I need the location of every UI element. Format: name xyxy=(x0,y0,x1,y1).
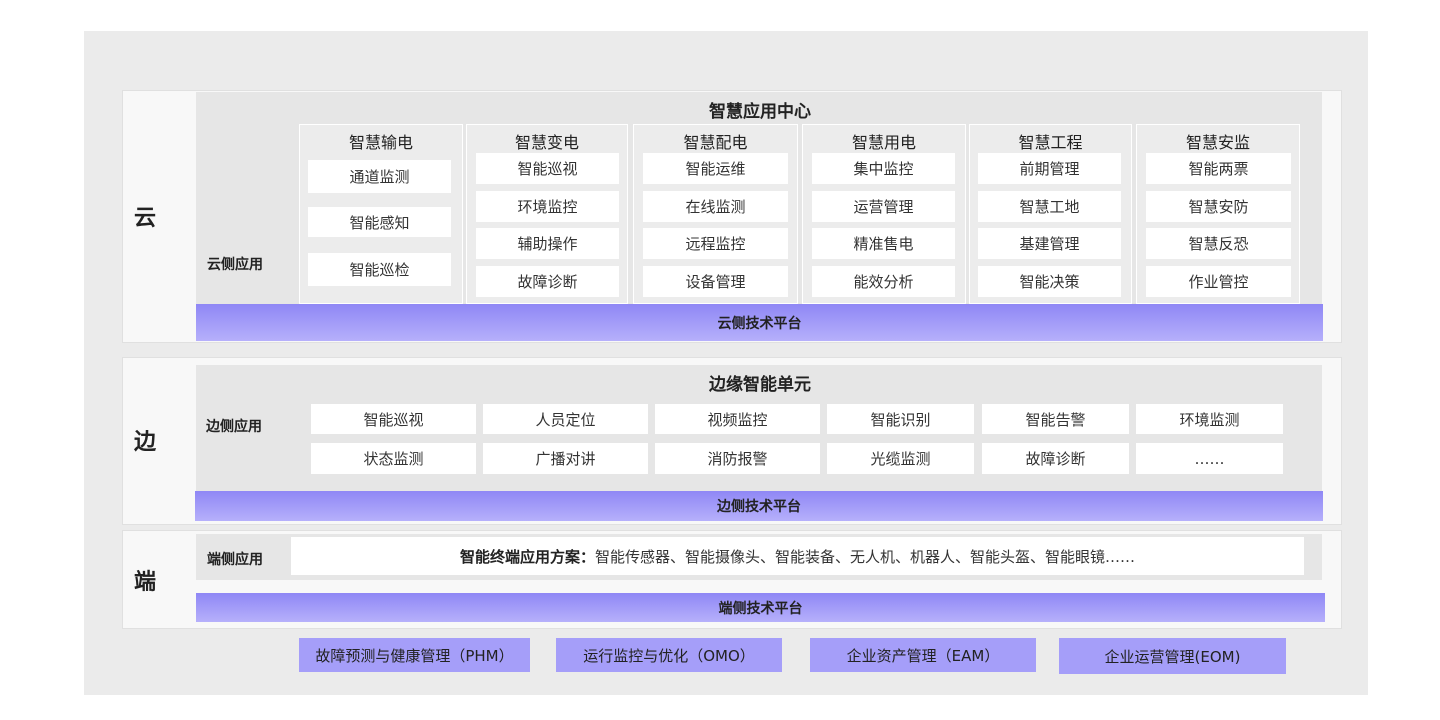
cloud-column-engineering: 智慧工程 前期管理 智慧工地 基建管理 智能决策 xyxy=(969,124,1132,304)
app-item[interactable]: 智能感知 xyxy=(308,207,451,237)
edge-app-item[interactable]: 视频监控 xyxy=(655,404,820,434)
terminal-solution-text: 智能传感器、智能摄像头、智能装备、无人机、机器人、智能头盔、智能眼镜…… xyxy=(595,547,1136,566)
app-item[interactable]: 智慧安防 xyxy=(1146,191,1291,222)
cloud-side-label: 云侧应用 xyxy=(207,257,263,273)
cloud-center-title: 智慧应用中心 xyxy=(709,102,811,122)
edge-app-item[interactable]: 光缆监测 xyxy=(827,443,974,474)
edge-center-title: 边缘智能单元 xyxy=(709,375,811,395)
app-item[interactable]: 智能决策 xyxy=(978,266,1121,297)
column-title: 智慧配电 xyxy=(683,133,748,152)
edge-app-item[interactable]: 环境监测 xyxy=(1136,404,1283,434)
footer-phm-button[interactable]: 故障预测与健康管理（PHM） xyxy=(299,638,530,672)
edge-app-item[interactable]: 广播对讲 xyxy=(483,443,648,474)
app-item[interactable]: 集中监控 xyxy=(812,153,955,184)
app-item[interactable]: 智能巡检 xyxy=(308,253,451,286)
app-item[interactable]: 基建管理 xyxy=(978,228,1121,259)
edge-app-item[interactable]: …… xyxy=(1136,443,1283,474)
footer-omo-button[interactable]: 运行监控与优化（OMO） xyxy=(556,638,782,672)
cloud-layer-label: 云 xyxy=(133,206,156,231)
cloud-column-consumption: 智慧用电 集中监控 运营管理 精准售电 能效分析 xyxy=(802,124,966,304)
app-item[interactable]: 能效分析 xyxy=(812,266,955,297)
edge-app-item[interactable]: 智能识别 xyxy=(827,404,974,434)
column-title: 智慧输电 xyxy=(348,133,413,152)
cloud-column-distribution: 智慧配电 智能运维 在线监测 远程监控 设备管理 xyxy=(633,124,798,304)
edge-app-item[interactable]: 智能巡视 xyxy=(311,404,476,434)
app-item[interactable]: 前期管理 xyxy=(978,153,1121,184)
footer-eom-button[interactable]: 企业运营管理(EOM) xyxy=(1059,638,1286,674)
edge-app-item[interactable]: 故障诊断 xyxy=(982,443,1129,474)
footer-eam-button[interactable]: 企业资产管理（EAM） xyxy=(810,638,1036,672)
app-item[interactable]: 环境监控 xyxy=(476,191,619,222)
edge-app-item[interactable]: 状态监测 xyxy=(311,443,476,474)
edge-layer-label: 边 xyxy=(133,430,156,455)
cloud-tech-platform[interactable]: 云侧技术平台 xyxy=(196,304,1323,341)
terminal-side-label: 端侧应用 xyxy=(207,552,263,568)
cloud-column-substation: 智慧变电 智能巡视 环境监控 辅助操作 故障诊断 xyxy=(466,124,628,304)
app-item[interactable]: 智能巡视 xyxy=(476,153,619,184)
edge-app-item[interactable]: 消防报警 xyxy=(655,443,820,474)
edge-app-item[interactable]: 人员定位 xyxy=(483,404,648,434)
app-item[interactable]: 通道监测 xyxy=(308,160,451,193)
app-item[interactable]: 智能两票 xyxy=(1146,153,1291,184)
edge-side-label: 边侧应用 xyxy=(206,419,262,435)
cloud-column-safety: 智慧安监 智能两票 智慧安防 智慧反恐 作业管控 xyxy=(1136,124,1300,304)
column-title: 智慧变电 xyxy=(514,133,579,152)
app-item[interactable]: 辅助操作 xyxy=(476,228,619,259)
app-item[interactable]: 运营管理 xyxy=(812,191,955,222)
app-item[interactable]: 远程监控 xyxy=(643,228,788,259)
app-item[interactable]: 精准售电 xyxy=(812,228,955,259)
app-item[interactable]: 智慧工地 xyxy=(978,191,1121,222)
app-item[interactable]: 智能运维 xyxy=(643,153,788,184)
app-item[interactable]: 作业管控 xyxy=(1146,266,1291,297)
app-item[interactable]: 在线监测 xyxy=(643,191,788,222)
terminal-layer-label: 端 xyxy=(133,570,156,595)
column-title: 智慧工程 xyxy=(1018,133,1083,152)
cloud-column-transmission: 智慧输电 通道监测 智能感知 智能巡检 xyxy=(299,124,463,304)
terminal-tech-platform[interactable]: 端侧技术平台 xyxy=(196,593,1325,622)
edge-tech-platform[interactable]: 边侧技术平台 xyxy=(195,491,1323,521)
column-title: 智慧用电 xyxy=(851,133,916,152)
edge-app-item[interactable]: 智能告警 xyxy=(982,404,1129,434)
column-title: 智慧安监 xyxy=(1185,133,1250,152)
app-item[interactable]: 智慧反恐 xyxy=(1146,228,1291,259)
app-item[interactable]: 设备管理 xyxy=(643,266,788,297)
terminal-solution-label: 智能终端应用方案： xyxy=(459,547,595,566)
terminal-solution-box: 智能终端应用方案： 智能传感器、智能摄像头、智能装备、无人机、机器人、智能头盔、智… xyxy=(291,537,1304,575)
app-item[interactable]: 故障诊断 xyxy=(476,266,619,297)
